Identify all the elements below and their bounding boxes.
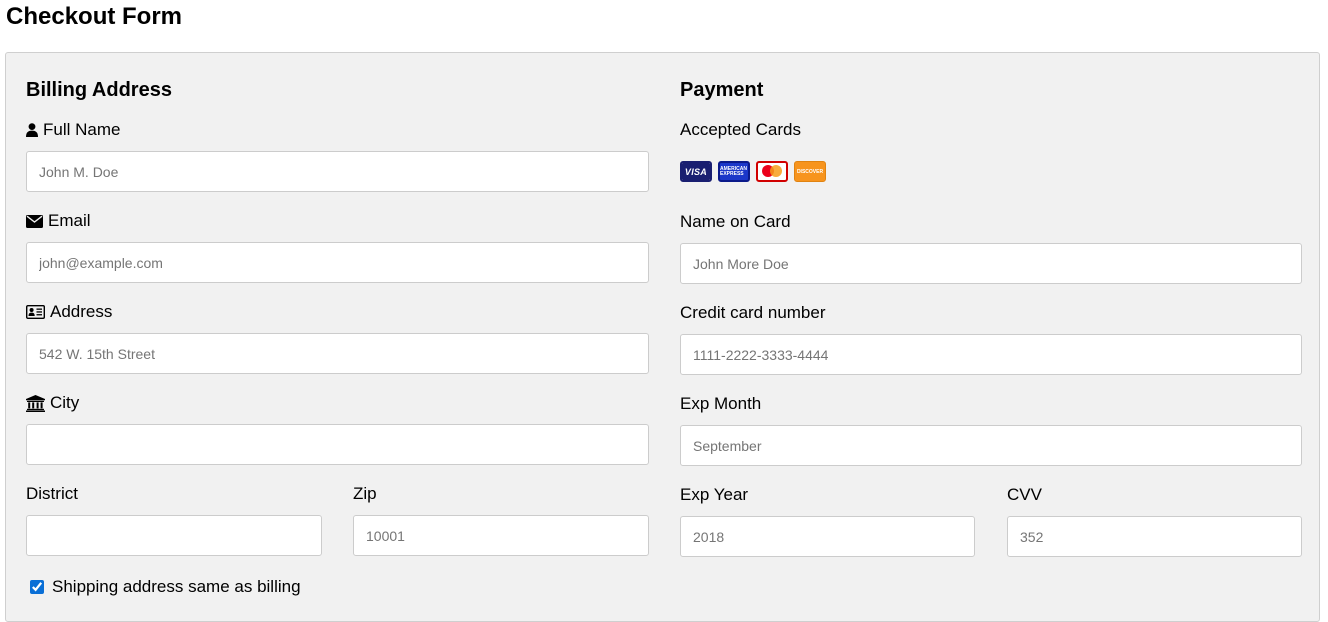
cvv-label-text: CVV	[1007, 485, 1042, 504]
accepted-cards-label: Accepted Cards	[680, 120, 801, 140]
cvv-input[interactable]	[1007, 516, 1302, 557]
user-icon	[26, 123, 38, 137]
envelope-icon	[26, 214, 43, 228]
same-address-checkbox[interactable]	[30, 580, 44, 594]
city-label-text: City	[50, 393, 80, 412]
name-on-card-label: Name on Card	[680, 212, 791, 232]
exp-year-input[interactable]	[680, 516, 975, 557]
email-label: Email	[26, 211, 91, 231]
accepted-cards-label-text: Accepted Cards	[680, 120, 801, 139]
district-input[interactable]	[26, 515, 322, 556]
address-card-icon	[26, 305, 45, 319]
card-number-input[interactable]	[680, 334, 1302, 375]
district-label-text: District	[26, 484, 78, 503]
exp-month-input[interactable]	[680, 425, 1302, 466]
accepted-cards: VISA AMERICAN EXPRESS DISCOVER	[680, 161, 826, 182]
city-label: City	[26, 393, 79, 413]
exp-year-label: Exp Year	[680, 485, 748, 505]
exp-month-label: Exp Month	[680, 394, 761, 414]
full-name-label: Full Name	[26, 120, 120, 140]
zip-label-text: Zip	[353, 484, 377, 503]
zip-input[interactable]	[353, 515, 649, 556]
email-label-text: Email	[48, 211, 91, 230]
address-input[interactable]	[26, 333, 649, 374]
visa-icon: VISA	[680, 161, 712, 182]
page-title: Checkout Form	[6, 3, 183, 30]
visa-text: VISA	[682, 163, 710, 180]
exp-year-label-text: Exp Year	[680, 485, 749, 504]
discover-text: DISCOVER	[796, 168, 824, 175]
payment-title: Payment	[680, 79, 764, 101]
exp-month-label-text: Exp Month	[680, 394, 762, 413]
checkout-panel: Billing Address Full Name Email Address	[5, 52, 1320, 622]
email-input[interactable]	[26, 242, 649, 283]
billing-title: Billing Address	[26, 79, 172, 101]
card-number-label-text: Credit card number	[680, 303, 826, 322]
cvv-label: CVV	[1007, 485, 1042, 505]
same-address-label: Shipping address same as billing	[52, 577, 301, 596]
full-name-label-text: Full Name	[43, 120, 121, 139]
district-label: District	[26, 484, 78, 504]
discover-icon: DISCOVER	[794, 161, 826, 182]
name-on-card-input[interactable]	[680, 243, 1302, 284]
zip-label: Zip	[353, 484, 377, 504]
institution-icon	[26, 394, 45, 412]
amex-text: AMERICAN EXPRESS	[720, 165, 747, 177]
card-number-label: Credit card number	[680, 303, 826, 323]
full-name-input[interactable]	[26, 151, 649, 192]
address-label: Address	[26, 302, 112, 322]
name-on-card-label-text: Name on Card	[680, 212, 791, 231]
mastercard-icon	[756, 161, 788, 182]
city-input[interactable]	[26, 424, 649, 465]
address-label-text: Address	[50, 302, 113, 321]
amex-icon: AMERICAN EXPRESS	[718, 161, 750, 182]
same-address-row[interactable]: Shipping address same as billing	[30, 577, 301, 597]
